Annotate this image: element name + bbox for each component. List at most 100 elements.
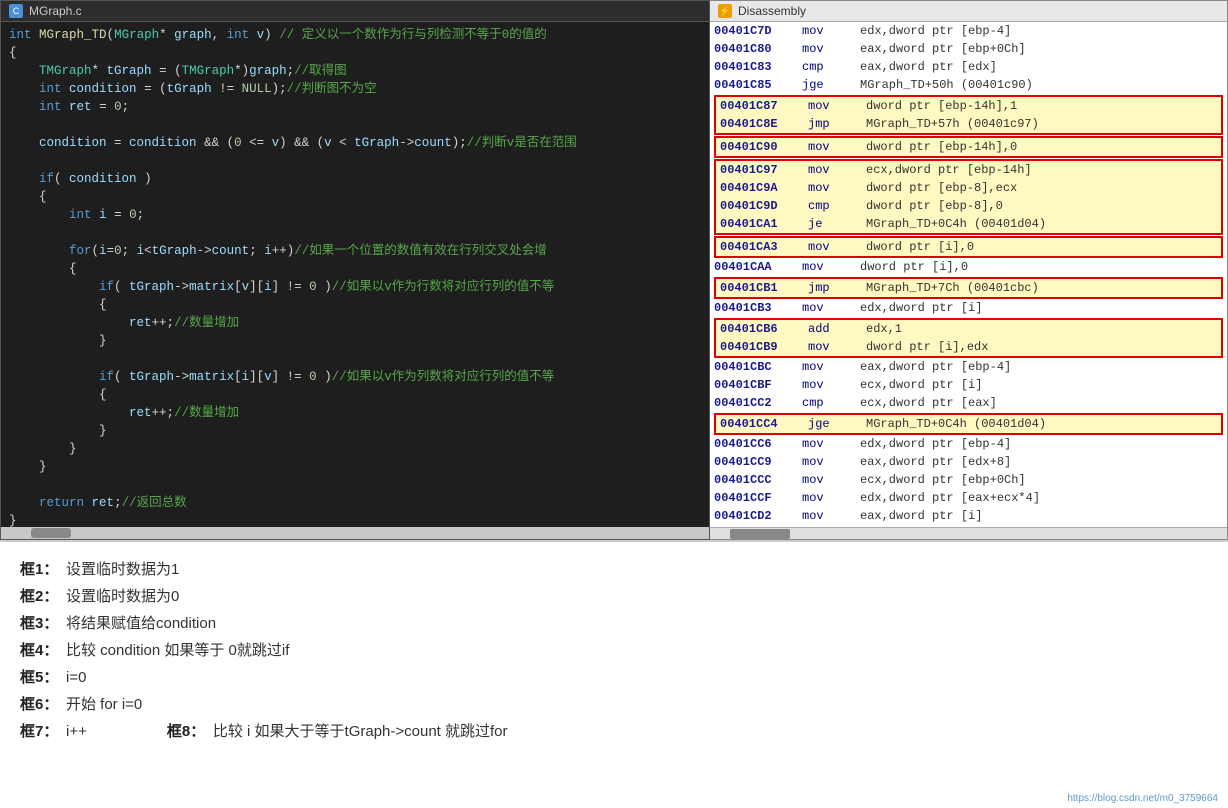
annotation-7-8: 框7： i++ 框8： 比较 i 如果大于等于tGraph->count 就跳过…	[20, 720, 1208, 741]
disasm-addr: 00401CCC	[714, 473, 794, 487]
code-line: int ret = 0;	[1, 98, 709, 116]
code-line: ret++;//数量增加	[1, 314, 709, 332]
disasm-mnem: je	[808, 217, 858, 231]
ann-text-2: 设置临时数据为0	[66, 585, 179, 606]
disasm-ops: dword ptr [i],0	[860, 260, 1223, 274]
disasm-addr: 00401C9D	[720, 199, 800, 213]
disasm-ops: dword ptr [i],edx	[866, 340, 1217, 354]
disasm-row-h7a: 00401CB6 add edx,1	[716, 320, 1221, 338]
main-container: C MGraph.c int MGraph_TD(MGraph* graph, …	[0, 0, 1228, 808]
disasm-mnem: mov	[802, 437, 852, 451]
disasm-addr: 00401C87	[720, 99, 800, 113]
ann-label-1: 框1：	[20, 558, 60, 579]
disasm-mnem: mov	[802, 301, 852, 315]
annotation-6: 框6： 开始 for i=0	[20, 693, 1208, 714]
disasm-row-h3b: 00401C9A mov dword ptr [ebp-8],ecx	[716, 179, 1221, 197]
ann-text-3: 将结果赋值给condition	[66, 612, 216, 633]
disasm-title-bar: ⚡ Disassembly	[710, 1, 1227, 22]
disasm-icon: ⚡	[718, 4, 732, 18]
disasm-area[interactable]: 00401C7D mov edx,dword ptr [ebp-4] 00401…	[710, 22, 1227, 527]
code-line: if( condition )	[1, 170, 709, 188]
code-line: for(i=0; i<tGraph->count; i++)//如果一个位置的数…	[1, 242, 709, 260]
code-line: int MGraph_TD(MGraph* graph, int v) // 定…	[1, 26, 709, 44]
annotation-8: 框8： 比较 i 如果大于等于tGraph->count 就跳过for	[167, 720, 508, 741]
disasm-addr: 00401CA1	[720, 217, 800, 231]
disasm-addr: 00401C83	[714, 60, 794, 74]
disasm-addr: 00401CBF	[714, 378, 794, 392]
code-line: return ret;//返回总数	[1, 494, 709, 512]
code-line: if( tGraph->matrix[v][i] != 0 )//如果以v作为行…	[1, 278, 709, 296]
source-scrollbar-thumb[interactable]	[31, 528, 71, 538]
disasm-addr: 00401CA3	[720, 240, 800, 254]
disasm-mnem: cmp	[808, 199, 858, 213]
code-line: }	[1, 422, 709, 440]
code-line: {	[1, 44, 709, 62]
disasm-addr: 00401CD2	[714, 509, 794, 523]
annotation-4: 框4： 比较 condition 如果等于 0就跳过if	[20, 639, 1208, 660]
disasm-ops: eax,dword ptr [edx]	[860, 60, 1223, 74]
disasm-ops: eax,dword ptr [ebp-4]	[860, 360, 1223, 374]
source-code-panel: C MGraph.c int MGraph_TD(MGraph* graph, …	[0, 0, 710, 540]
code-line: {	[1, 260, 709, 278]
disasm-row: 00401C7D mov edx,dword ptr [ebp-4]	[710, 22, 1227, 40]
disasm-ops: ecx,dword ptr [i]	[860, 378, 1223, 392]
disasm-addr: 00401CB3	[714, 301, 794, 315]
annotation-7: 框7： i++	[20, 720, 87, 741]
disasm-mnem: mov	[808, 340, 858, 354]
disasm-scrollbar-thumb[interactable]	[730, 529, 790, 539]
disasm-mnem: mov	[808, 240, 858, 254]
ann-text-5: i=0	[66, 669, 86, 686]
disasm-ops: edx,dword ptr [i]	[860, 301, 1223, 315]
disasm-mnem: jge	[808, 417, 858, 431]
disasm-ops: eax,dword ptr [i]	[860, 509, 1223, 523]
disasm-mnem: mov	[802, 42, 852, 56]
code-line: }	[1, 332, 709, 350]
disasm-row: 00401CC6 mov edx,dword ptr [ebp-4]	[710, 435, 1227, 453]
disasm-row-h4a: 00401C9D cmp dword ptr [ebp-8],0	[716, 197, 1221, 215]
code-line: TMGraph* tGraph = (TMGraph*)graph;//取得图	[1, 62, 709, 80]
disasm-addr: 00401C8E	[720, 117, 800, 131]
disasm-addr: 00401CC2	[714, 396, 794, 410]
disasm-ops: ecx,dword ptr [ebp-14h]	[866, 163, 1217, 177]
annotation-5: 框5： i=0	[20, 666, 1208, 687]
disasm-addr: 00401CC9	[714, 455, 794, 469]
code-line	[1, 476, 709, 494]
disasm-row-h7b: 00401CB9 mov dword ptr [i],edx	[716, 338, 1221, 356]
code-line: {	[1, 188, 709, 206]
disasm-row: 00401CCC mov ecx,dword ptr [ebp+0Ch]	[710, 471, 1227, 489]
disasm-addr: 00401C90	[720, 140, 800, 154]
disasm-mnem: cmp	[802, 396, 852, 410]
source-title: MGraph.c	[29, 4, 82, 18]
disasm-mnem: cmp	[802, 60, 852, 74]
disasm-ops: eax,dword ptr [ebp+0Ch]	[860, 42, 1223, 56]
disasm-ops: edx,dword ptr [ebp-4]	[860, 437, 1223, 451]
ann-text-8: 比较 i 如果大于等于tGraph->count 就跳过for	[213, 720, 508, 741]
disasm-row: 00401CBF mov ecx,dword ptr [i]	[710, 376, 1227, 394]
annotations-section: 框1： 设置临时数据为1 框2： 设置临时数据为0 框3： 将结果赋值给cond…	[0, 540, 1228, 808]
code-area[interactable]: int MGraph_TD(MGraph* graph, int v) // 定…	[1, 22, 709, 527]
disasm-row-highlighted-1b: 00401C8E jmp MGraph_TD+57h (00401c97)	[716, 115, 1221, 133]
disasm-addr: 00401CBC	[714, 360, 794, 374]
disasm-title: Disassembly	[738, 4, 806, 18]
disasm-ops: edx,dword ptr [eax+ecx*4]	[860, 491, 1223, 505]
disassembly-panel: ⚡ Disassembly 00401C7D mov edx,dword ptr…	[710, 0, 1228, 540]
disasm-row: 00401C85 jge MGraph_TD+50h (00401c90)	[710, 76, 1227, 94]
disasm-ops: dword ptr [ebp-14h],0	[866, 140, 1217, 154]
disasm-ops: dword ptr [ebp-14h],1	[866, 99, 1217, 113]
disasm-ops: MGraph_TD+50h (00401c90)	[860, 78, 1223, 92]
disasm-row-h4b: 00401CA1 je MGraph_TD+0C4h (00401d04)	[716, 215, 1221, 233]
code-line: }	[1, 512, 709, 527]
disasm-mnem: jmp	[808, 117, 858, 131]
disasm-mnem: mov	[802, 509, 852, 523]
disasm-mnem: add	[808, 322, 858, 336]
source-scrollbar[interactable]	[1, 527, 709, 539]
ann-label-4: 框4：	[20, 639, 60, 660]
code-line	[1, 350, 709, 368]
disasm-mnem: mov	[808, 99, 858, 113]
disasm-row: 00401CBC mov eax,dword ptr [ebp-4]	[710, 358, 1227, 376]
code-line: if( tGraph->matrix[i][v] != 0 )//如果以v作为列…	[1, 368, 709, 386]
code-line: condition = condition && (0 <= v) && (v …	[1, 134, 709, 152]
disasm-addr: 00401C85	[714, 78, 794, 92]
disasm-mnem: mov	[802, 473, 852, 487]
disasm-scrollbar[interactable]	[710, 527, 1227, 539]
